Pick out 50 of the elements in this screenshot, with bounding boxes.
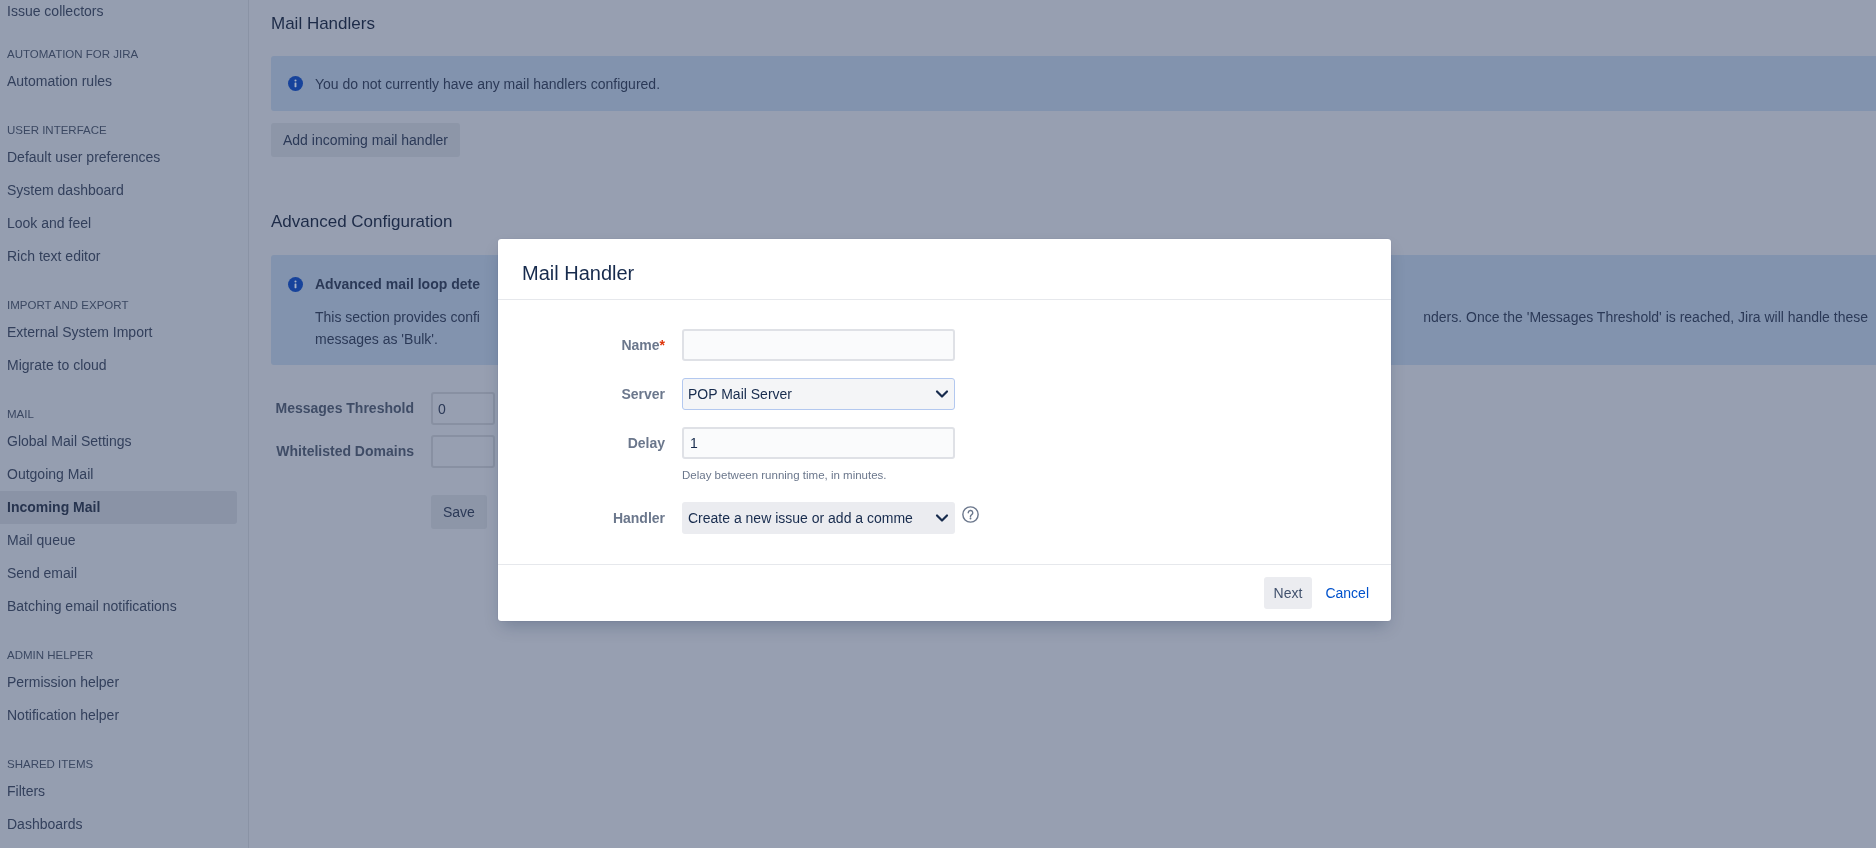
field-label: Handler <box>612 509 665 528</box>
field-label: Messages Threshold <box>275 399 414 418</box>
sidebar-link[interactable]: Default user preferences <box>0 141 237 174</box>
field-label: Name* <box>621 336 665 355</box>
sidebar-link[interactable]: External System Import <box>0 316 237 349</box>
help-icon[interactable] <box>962 506 979 523</box>
add-mail-handler-button[interactable]: Add incoming mail handler <box>271 123 460 157</box>
sidebar-section-heading: USER INTERFACE <box>6 123 108 138</box>
save-button[interactable]: Save <box>431 495 487 529</box>
sidebar-link[interactable]: Filters <box>0 775 237 808</box>
field-label: Delay <box>627 434 665 453</box>
sidebar-section-heading: AUTOMATION FOR JIRA <box>6 47 140 62</box>
sidebar-link[interactable]: Look and feel <box>0 207 237 240</box>
sidebar-link[interactable]: Send email <box>0 557 237 590</box>
sidebar-link[interactable]: Global Mail Settings <box>0 425 237 458</box>
text-input[interactable]: 1 <box>682 427 955 459</box>
dialog-title: Mail Handler <box>522 261 635 285</box>
sidebar-link[interactable]: Incoming Mail <box>0 491 237 524</box>
sidebar-link[interactable]: Rich text editor <box>0 240 237 273</box>
notice-text: You do not currently have any mail handlers configured. <box>315 74 661 94</box>
sidebar-link[interactable]: Automation rules <box>0 65 237 98</box>
sidebar-link[interactable]: Outgoing Mail <box>0 458 237 491</box>
notice-text: This section provides confi <box>315 308 480 327</box>
sidebar-link[interactable]: System dashboard <box>0 174 237 207</box>
notice-text: messages as 'Bulk'. <box>315 331 438 347</box>
info-icon <box>288 276 303 292</box>
sidebar-link[interactable]: Migrate to cloud <box>0 349 237 382</box>
dropdown[interactable]: Create a new issue or add a comme <box>682 502 955 534</box>
sidebar-link[interactable]: Mail queue <box>0 524 237 557</box>
sidebar-link[interactable]: Notification helper <box>0 699 237 732</box>
sidebar-link[interactable]: Issue collectors <box>0 0 237 22</box>
sidebar-link[interactable]: Batching email notifications <box>0 590 237 623</box>
sidebar-section-heading: IMPORT AND EXPORT <box>6 298 130 313</box>
field-label: Whitelisted Domains <box>276 442 414 461</box>
sidebar-link[interactable]: Permission helper <box>0 666 237 699</box>
section-heading: Advanced Configuration <box>271 211 453 233</box>
field-label: Server <box>621 385 665 404</box>
cancel-link[interactable]: Cancel <box>1323 583 1371 603</box>
next-button[interactable]: Next <box>1263 577 1313 609</box>
sidebar-section-heading: ADMIN HELPER <box>6 648 95 663</box>
dropdown[interactable]: POP Mail Server <box>682 378 955 410</box>
sidebar-link[interactable]: Dashboards <box>0 808 237 841</box>
sidebar-section-heading: SHARED ITEMS <box>6 757 95 772</box>
notice-text: nders. Once the 'Messages Threshold' is reached, Jira will handle these <box>1423 308 1868 327</box>
info-icon <box>288 76 303 91</box>
text-input[interactable]: 0 <box>431 392 495 425</box>
notice-title: Advanced mail loop dete <box>315 276 480 292</box>
section-heading: Mail Handlers <box>271 13 375 35</box>
field-hint: Delay between running time, in minutes. <box>682 468 887 483</box>
sidebar-section-heading: MAIL <box>6 407 35 422</box>
